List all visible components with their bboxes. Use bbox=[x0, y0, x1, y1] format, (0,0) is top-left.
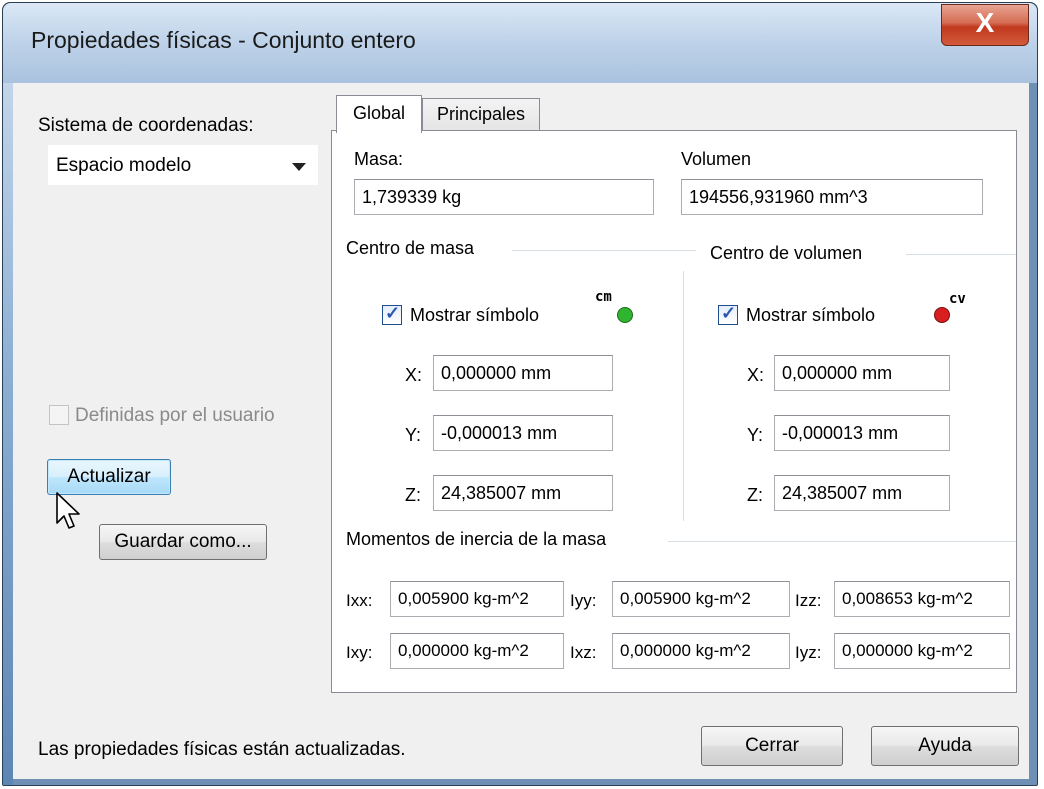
window-frame-edge bbox=[3, 83, 13, 785]
volume-label: Volumen bbox=[681, 149, 752, 169]
save-as-button[interactable]: Guardar como... bbox=[99, 524, 267, 560]
cm-x-field[interactable]: 0,000000 mm bbox=[433, 355, 613, 391]
close-window-button[interactable]: X bbox=[941, 4, 1029, 46]
cm-symbol-icon bbox=[617, 307, 633, 323]
cv-symbol-text: cv bbox=[949, 291, 966, 307]
save-as-button-label: Guardar como... bbox=[114, 531, 252, 552]
iyz-label: Iyz: bbox=[795, 643, 822, 662]
inertia-heading: Momentos de inercia de la masa bbox=[346, 529, 613, 550]
ixz-field[interactable]: 0,000000 kg-m^2 bbox=[612, 633, 790, 669]
window-title: Propiedades físicas - Conjunto entero bbox=[31, 27, 416, 53]
close-button[interactable]: Cerrar bbox=[701, 726, 843, 766]
update-button-label: Actualizar bbox=[67, 466, 151, 487]
group-separator bbox=[683, 271, 684, 521]
izz-field[interactable]: 0,008653 kg-m^2 bbox=[834, 581, 1010, 617]
close-icon: X bbox=[975, 7, 995, 38]
iyy-field[interactable]: 0,005900 kg-m^2 bbox=[612, 581, 790, 617]
mass-label: Masa: bbox=[354, 149, 404, 169]
status-text: Las propiedades físicas están actualizad… bbox=[38, 739, 406, 760]
show-cv-symbol-label: Mostrar símbolo bbox=[746, 305, 876, 325]
chevron-down-icon bbox=[292, 163, 306, 171]
cv-z-label: Z: bbox=[747, 485, 763, 505]
tab-global[interactable]: Global bbox=[336, 95, 422, 133]
tab-principales[interactable]: Principales bbox=[422, 98, 540, 130]
tab-principales-label: Principales bbox=[436, 104, 526, 124]
title-bar: Propiedades físicas - Conjunto entero X bbox=[3, 3, 1037, 83]
iyy-label: Iyy: bbox=[570, 591, 597, 610]
center-of-volume-heading: Centro de volumen bbox=[710, 243, 869, 264]
cm-y-label: Y: bbox=[405, 425, 422, 445]
help-button-label: Ayuda bbox=[918, 735, 972, 756]
ixz-label: Ixz: bbox=[570, 643, 597, 662]
dialog-window: Propiedades físicas - Conjunto entero X … bbox=[2, 2, 1038, 786]
update-button[interactable]: Actualizar bbox=[47, 459, 171, 495]
cv-y-label: Y: bbox=[747, 425, 764, 445]
cv-x-field[interactable]: 0,000000 mm bbox=[774, 355, 950, 391]
coordinate-system-value: Espacio modelo bbox=[56, 155, 192, 176]
center-of-mass-heading: Centro de masa bbox=[346, 238, 481, 259]
izz-label: Izz: bbox=[795, 591, 822, 610]
center-of-volume-divider bbox=[906, 254, 1016, 255]
coordinate-system-label: Sistema de coordenadas: bbox=[38, 115, 254, 136]
inertia-divider bbox=[668, 541, 1016, 542]
dialog-client-area: Sistema de coordenadas: Espacio modelo D… bbox=[13, 83, 1029, 779]
close-button-label: Cerrar bbox=[745, 735, 799, 756]
cm-symbol-text: cm bbox=[595, 289, 612, 305]
ixy-field[interactable]: 0,000000 kg-m^2 bbox=[390, 633, 564, 669]
show-cm-symbol-checkbox[interactable] bbox=[382, 303, 402, 325]
show-cm-symbol-label: Mostrar símbolo bbox=[410, 305, 540, 325]
user-defined-checkbox[interactable] bbox=[49, 405, 69, 425]
help-button[interactable]: Ayuda bbox=[871, 726, 1019, 766]
cm-z-field[interactable]: 24,385007 mm bbox=[433, 475, 613, 511]
iyz-field[interactable]: 0,000000 kg-m^2 bbox=[834, 633, 1010, 669]
mass-field[interactable]: 1,739339 kg bbox=[354, 179, 654, 215]
center-of-mass-divider bbox=[512, 250, 696, 251]
coordinate-system-dropdown[interactable]: Espacio modelo bbox=[48, 145, 318, 185]
cm-x-label: X: bbox=[405, 365, 423, 385]
tab-global-label: Global bbox=[352, 103, 406, 123]
show-cv-symbol-checkbox[interactable] bbox=[718, 303, 738, 325]
user-defined-label: Definidas por el usuario bbox=[75, 405, 275, 426]
cv-y-field[interactable]: -0,000013 mm bbox=[774, 415, 950, 451]
global-tab-panel: Masa: 1,739339 kg Volumen 194556,931960 … bbox=[331, 130, 1017, 693]
cm-z-label: Z: bbox=[405, 485, 421, 505]
cv-x-label: X: bbox=[747, 365, 765, 385]
cv-z-field[interactable]: 24,385007 mm bbox=[774, 475, 950, 511]
mouse-cursor-icon bbox=[56, 492, 80, 529]
ixy-label: Ixy: bbox=[346, 643, 373, 662]
cm-y-field[interactable]: -0,000013 mm bbox=[433, 415, 613, 451]
ixx-label: Ixx: bbox=[346, 591, 373, 610]
volume-field[interactable]: 194556,931960 mm^3 bbox=[681, 179, 983, 215]
ixx-field[interactable]: 0,005900 kg-m^2 bbox=[390, 581, 564, 617]
cv-symbol-icon bbox=[934, 307, 950, 323]
